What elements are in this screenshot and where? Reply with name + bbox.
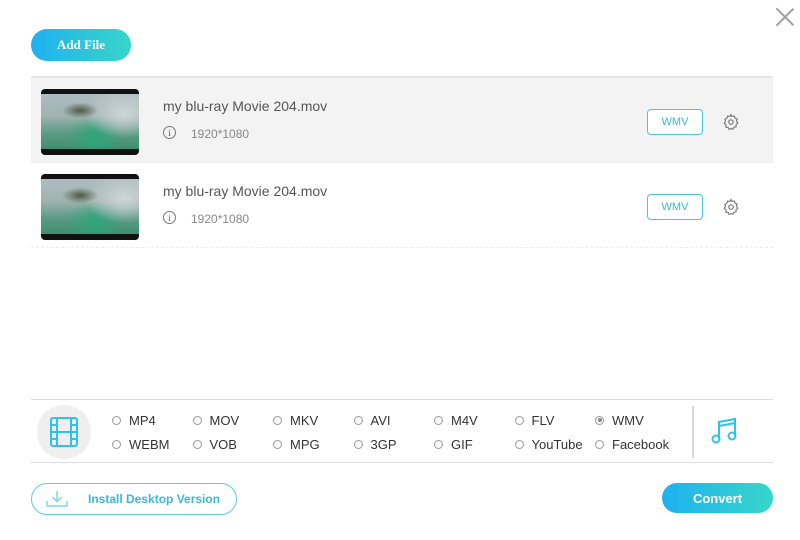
divider	[692, 406, 694, 458]
radio-button[interactable]	[595, 415, 604, 425]
format-option-webm[interactable]: WEBM	[112, 432, 193, 456]
file-resolution: 1920*1080	[191, 212, 250, 226]
format-bar: MP4 MOV MKV AVI M4V FLV WMV WEBM VOB MPG 3GP GIF You…	[31, 399, 773, 463]
format-label: Facebook	[612, 436, 670, 452]
format-label: WEBM	[129, 436, 170, 452]
install-label: Install Desktop Version	[88, 492, 221, 506]
format-option-mov[interactable]: MOV	[192, 408, 274, 432]
music-note-icon[interactable]	[710, 416, 740, 446]
format-option-mp4[interactable]: MP4	[112, 408, 193, 432]
info-icon[interactable]: i	[163, 126, 176, 139]
radio-button[interactable]	[434, 439, 443, 449]
format-option-3gp[interactable]: 3GP	[353, 432, 435, 456]
gear-icon[interactable]	[722, 198, 740, 216]
file-name: my blu-ray Movie 204.mov	[163, 98, 328, 114]
format-label: M4V	[451, 412, 478, 428]
video-format-tab[interactable]	[37, 405, 91, 459]
format-label: 3GP	[370, 436, 397, 452]
format-options: MP4 MOV MKV AVI M4V FLV WMV WEBM VOB MPG 3GP GIF You…	[112, 408, 676, 456]
format-option-vob[interactable]: VOB	[192, 432, 274, 456]
file-list: my blu-ray Movie 204.mov i 1920*1080 WMV…	[31, 76, 773, 400]
format-label: VOB	[209, 436, 237, 452]
add-file-button[interactable]: Add File	[31, 29, 131, 61]
radio-button[interactable]	[514, 439, 524, 449]
format-label: MPG	[290, 436, 320, 452]
radio-button[interactable]	[192, 415, 202, 425]
radio-button[interactable]	[595, 439, 604, 449]
format-label: MOV	[209, 412, 240, 428]
install-desktop-button[interactable]: Install Desktop Version	[31, 483, 237, 515]
info-icon[interactable]: i	[163, 211, 176, 224]
close-icon[interactable]	[775, 7, 795, 27]
film-icon	[50, 417, 78, 447]
format-option-wmv[interactable]: WMV	[595, 408, 676, 432]
format-option-gif[interactable]: GIF	[434, 432, 515, 456]
radio-button[interactable]	[353, 415, 363, 425]
radio-button[interactable]	[192, 439, 202, 449]
format-label: AVI	[370, 412, 391, 428]
file-row[interactable]: my blu-ray Movie 204.mov i 1920*1080 WMV	[31, 78, 773, 163]
gear-icon[interactable]	[722, 113, 740, 131]
file-resolution: 1920*1080	[191, 127, 250, 141]
radio-button[interactable]	[273, 415, 282, 425]
output-format-button[interactable]: WMV	[647, 194, 703, 220]
convert-button[interactable]: Convert	[662, 483, 773, 513]
file-name: my blu-ray Movie 204.mov	[163, 183, 328, 199]
format-label: GIF	[451, 436, 473, 452]
radio-button[interactable]	[514, 415, 524, 425]
format-label: MP4	[129, 412, 156, 428]
format-option-m4v[interactable]: M4V	[434, 408, 515, 432]
format-option-facebook[interactable]: Facebook	[595, 432, 676, 456]
format-option-mpg[interactable]: MPG	[273, 432, 354, 456]
radio-button[interactable]	[112, 415, 121, 425]
format-label: WMV	[612, 412, 644, 428]
format-label: FLV	[531, 412, 555, 428]
radio-button[interactable]	[112, 439, 121, 449]
download-icon	[46, 491, 68, 507]
video-thumbnail	[41, 174, 139, 240]
video-thumbnail	[41, 89, 139, 155]
format-option-mkv[interactable]: MKV	[273, 408, 354, 432]
format-label: MKV	[290, 412, 319, 428]
format-option-youtube[interactable]: YouTube	[514, 432, 596, 456]
radio-button[interactable]	[273, 439, 282, 449]
output-format-button[interactable]: WMV	[647, 109, 703, 135]
radio-button[interactable]	[434, 415, 443, 425]
format-option-flv[interactable]: FLV	[514, 408, 596, 432]
radio-button[interactable]	[353, 439, 363, 449]
file-row[interactable]: my blu-ray Movie 204.mov i 1920*1080 WMV	[31, 163, 773, 248]
format-label: YouTube	[531, 436, 583, 452]
format-option-avi[interactable]: AVI	[353, 408, 435, 432]
